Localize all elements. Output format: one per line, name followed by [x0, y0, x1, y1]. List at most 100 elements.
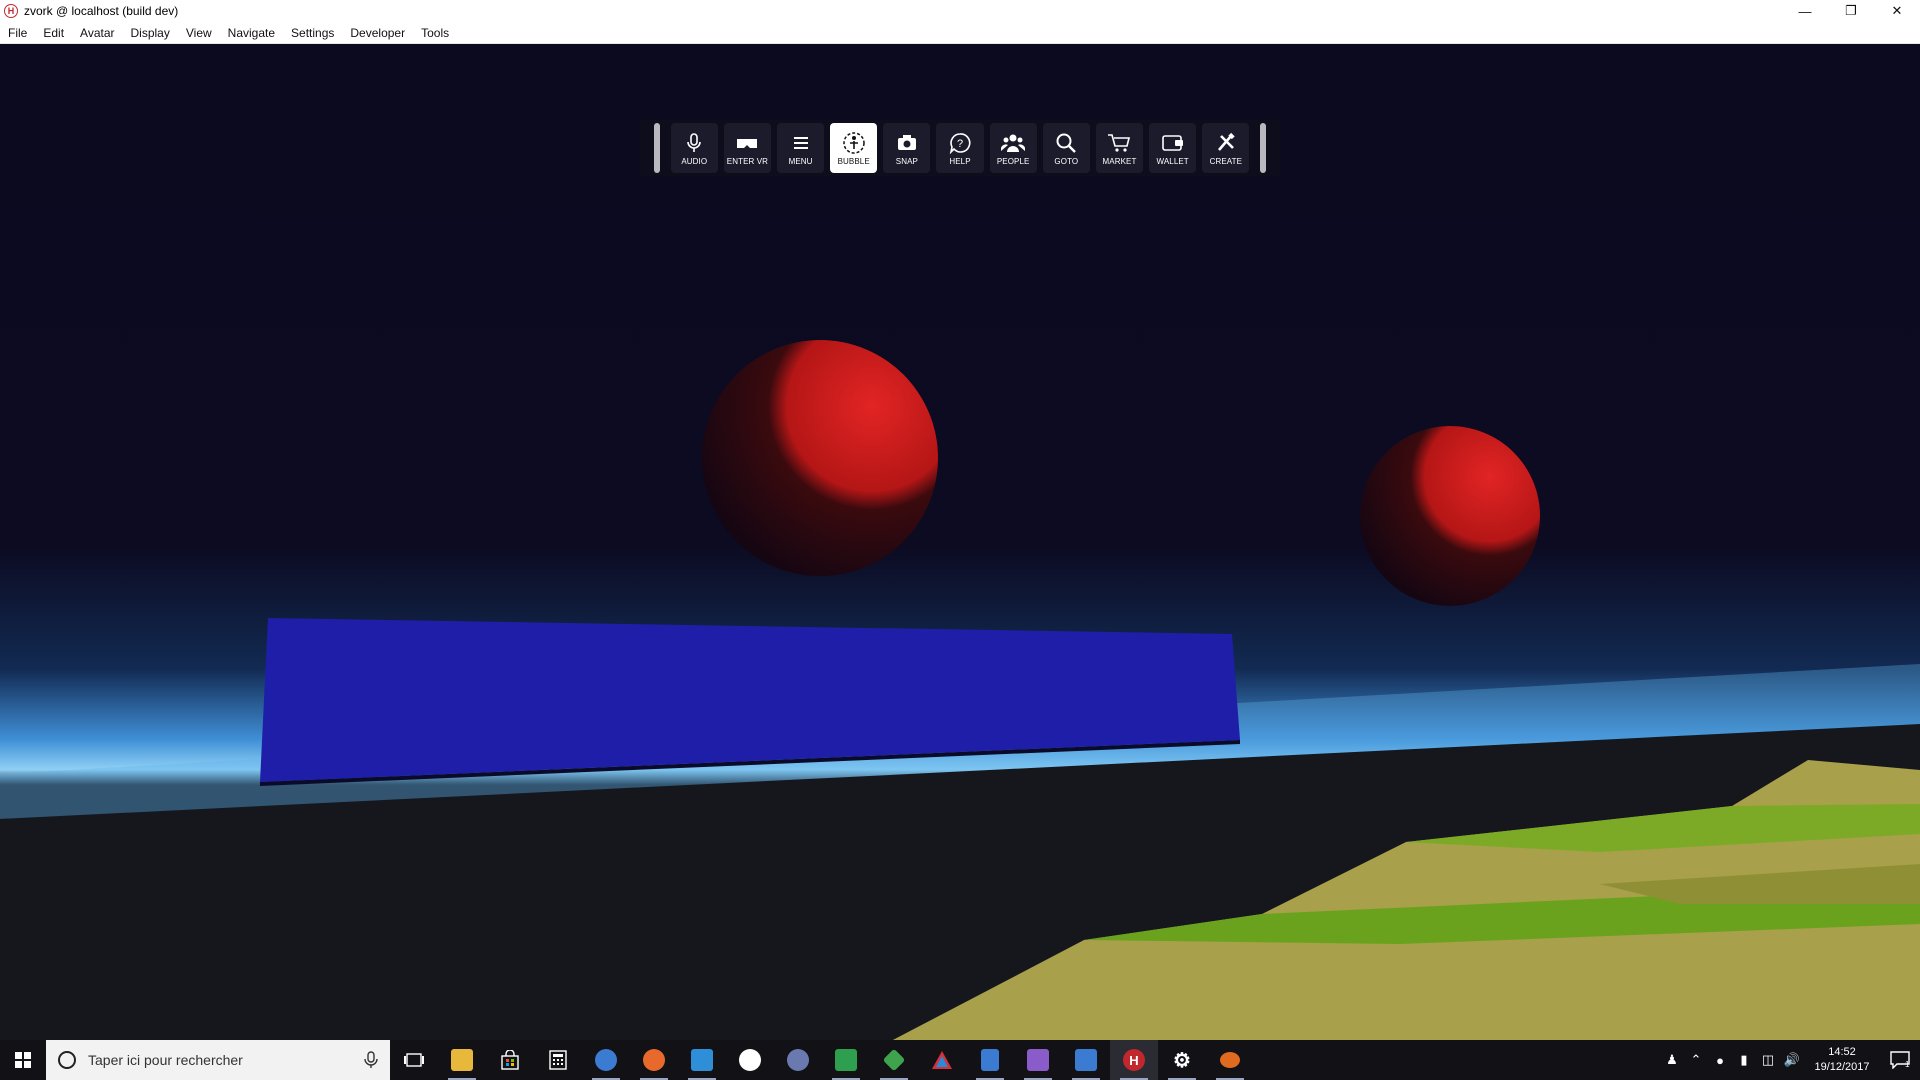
- minimize-button[interactable]: —: [1782, 0, 1828, 22]
- notification-icon: 1: [1890, 1051, 1910, 1069]
- close-button[interactable]: ✕: [1874, 0, 1920, 22]
- wallet-icon: [1161, 131, 1185, 155]
- menu-settings[interactable]: Settings: [283, 22, 342, 44]
- taskbar-app-round[interactable]: [774, 1040, 822, 1080]
- people-button[interactable]: PEOPLE: [989, 123, 1037, 173]
- audio-button[interactable]: AUDIO: [670, 123, 718, 173]
- window-controls: — ❐ ✕: [1782, 0, 1920, 22]
- start-button[interactable]: [0, 1040, 46, 1080]
- audio-label: AUDIO: [681, 156, 708, 166]
- snap-button[interactable]: SNAP: [883, 123, 931, 173]
- menu-button[interactable]: MENU: [776, 123, 825, 173]
- task-view-icon: [404, 1053, 424, 1067]
- battery-icon[interactable]: ▮: [1732, 1040, 1756, 1080]
- vr-headset-icon: [735, 131, 759, 155]
- taskbar-app-graphics[interactable]: [918, 1040, 966, 1080]
- microphone-icon[interactable]: [364, 1051, 378, 1069]
- taskbar-app-calculator[interactable]: [534, 1040, 582, 1080]
- goto-button[interactable]: GOTO: [1042, 123, 1090, 173]
- wallet-button[interactable]: WALLET: [1149, 123, 1197, 173]
- bubble-icon: [842, 131, 866, 155]
- taskbar-app-crab[interactable]: [1206, 1040, 1254, 1080]
- spreadsheet-icon: [835, 1049, 857, 1071]
- folder-icon: [451, 1049, 473, 1071]
- chevron-up-icon[interactable]: ⌃: [1684, 1040, 1708, 1080]
- menu-navigate[interactable]: Navigate: [220, 22, 283, 44]
- title-bar: H zvork @ localhost (build dev) — ❐ ✕: [0, 0, 1920, 22]
- taskbar-app-docs[interactable]: [966, 1040, 1014, 1080]
- menu-edit[interactable]: Edit: [35, 22, 72, 44]
- visual-studio-icon: [1027, 1049, 1049, 1071]
- restore-button[interactable]: ❐: [1828, 0, 1874, 22]
- gear-icon: ⚙: [1173, 1049, 1191, 1072]
- system-tray: ♟ ⌃ ● ▮ ◫ 🔊 14:52 19/12/2017 1: [1660, 1040, 1920, 1080]
- taskbar-app-window[interactable]: [1062, 1040, 1110, 1080]
- clock-time: 14:52: [1828, 1046, 1856, 1058]
- taskbar-app-visual-studio[interactable]: [1014, 1040, 1062, 1080]
- action-center-button[interactable]: 1: [1880, 1040, 1920, 1080]
- taskbar-app-file-explorer[interactable]: [438, 1040, 486, 1080]
- taskbar-app-git[interactable]: [870, 1040, 918, 1080]
- people-label: PEOPLE: [996, 156, 1030, 166]
- taskbar-app-interface[interactable]: H: [1110, 1040, 1158, 1080]
- window-app-icon: [1075, 1049, 1097, 1071]
- taskbar-app-store[interactable]: [486, 1040, 534, 1080]
- volume-icon[interactable]: 🔊: [1780, 1040, 1804, 1080]
- mail-icon: [595, 1049, 617, 1071]
- taskbar-clock[interactable]: 14:52 19/12/2017: [1804, 1045, 1880, 1075]
- enter-vr-label: ENTER VR: [726, 156, 769, 166]
- menu-display[interactable]: Display: [123, 22, 178, 44]
- circle-app-icon: [787, 1049, 809, 1071]
- cortana-icon: [58, 1051, 76, 1069]
- svg-text:?: ?: [957, 138, 963, 150]
- interface-logo-icon: H: [4, 4, 18, 18]
- network-icon[interactable]: ◫: [1756, 1040, 1780, 1080]
- cart-icon: [1107, 131, 1131, 155]
- microphone-icon: [682, 131, 706, 155]
- task-view-button[interactable]: [390, 1040, 438, 1080]
- market-label: MARKET: [1102, 156, 1137, 166]
- menu-file[interactable]: File: [0, 22, 35, 44]
- bubble-label: BUBBLE: [837, 156, 870, 166]
- menu-view[interactable]: View: [178, 22, 220, 44]
- menu-bar: File Edit Avatar Display View Navigate S…: [0, 22, 1920, 44]
- goto-label: GOTO: [1054, 156, 1079, 166]
- menu-tools[interactable]: Tools: [413, 22, 457, 44]
- help-button[interactable]: ? HELP: [936, 123, 984, 173]
- enter-vr-button[interactable]: ENTER VR: [723, 123, 771, 173]
- create-button[interactable]: CREATE: [1202, 123, 1250, 173]
- git-icon: [882, 1048, 906, 1072]
- tray-app-icon[interactable]: ●: [1708, 1040, 1732, 1080]
- notification-count: 1: [1905, 1060, 1910, 1069]
- firefox-icon: [643, 1049, 665, 1071]
- red-sphere-large: [702, 340, 938, 576]
- windows-taskbar: Taper ici pour rechercher H ⚙ ♟ ⌃ ● ▮ ◫ …: [0, 1040, 1920, 1080]
- people-icon: [1001, 131, 1026, 155]
- search-icon: [1054, 131, 1078, 155]
- taskbar-app-settings[interactable]: ⚙: [1158, 1040, 1206, 1080]
- menu-label: MENU: [788, 156, 813, 166]
- taskbar-app-slack[interactable]: [726, 1040, 774, 1080]
- taskbar-search[interactable]: Taper ici pour rechercher: [46, 1040, 390, 1080]
- bubble-button[interactable]: BUBBLE: [830, 123, 878, 173]
- toolbar-handle-right[interactable]: [1260, 123, 1267, 173]
- slack-icon: [739, 1049, 761, 1071]
- create-tools-icon: [1214, 131, 1238, 155]
- taskbar-app-sheets[interactable]: [822, 1040, 870, 1080]
- hamburger-menu-icon: [789, 131, 813, 155]
- taskbar-app-thunderbird[interactable]: [582, 1040, 630, 1080]
- help-label: HELP: [949, 156, 971, 166]
- camera-icon: [895, 131, 919, 155]
- taskbar-app-firefox[interactable]: [630, 1040, 678, 1080]
- wallet-label: WALLET: [1156, 156, 1189, 166]
- market-button[interactable]: MARKET: [1095, 123, 1144, 173]
- taskbar-app-vscode[interactable]: [678, 1040, 726, 1080]
- hifi-toolbar: AUDIO ENTER VR MENU BUBBLE SNAP ? HELP P…: [640, 120, 1280, 176]
- help-icon: ?: [948, 131, 972, 155]
- menu-avatar[interactable]: Avatar: [72, 22, 122, 44]
- 3d-viewport[interactable]: AUDIO ENTER VR MENU BUBBLE SNAP ? HELP P…: [0, 44, 1920, 1052]
- toolbar-handle-left[interactable]: [654, 123, 660, 173]
- menu-developer[interactable]: Developer: [342, 22, 413, 44]
- people-tray-icon[interactable]: ♟: [1660, 1040, 1684, 1080]
- search-placeholder: Taper ici pour rechercher: [88, 1052, 243, 1068]
